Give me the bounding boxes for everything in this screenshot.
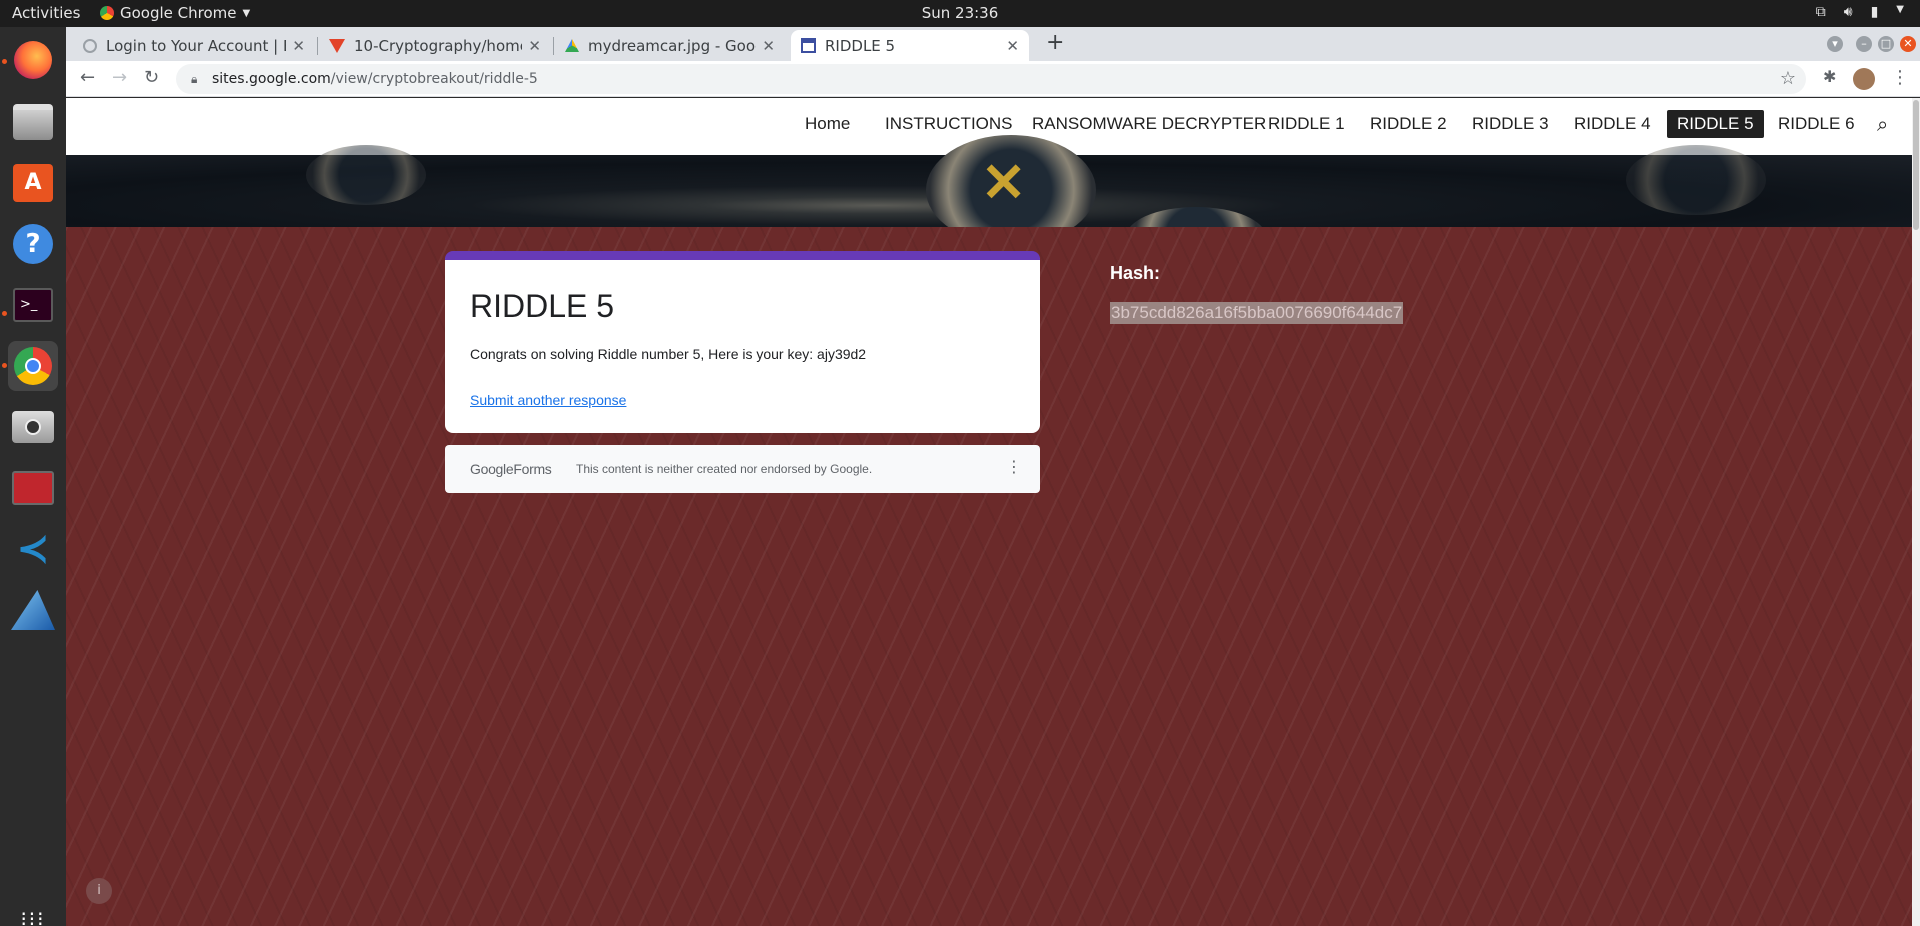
forward-arrow-icon[interactable]: → xyxy=(112,67,127,88)
close-icon[interactable]: ✕ xyxy=(292,37,305,55)
network-icon: ⧉ xyxy=(1815,4,1826,20)
remote-desktop-icon[interactable] xyxy=(8,463,58,513)
google-forms-logo[interactable]: GoogleForms xyxy=(470,461,552,477)
firefox-icon[interactable] xyxy=(8,35,58,85)
address-bar[interactable]: 🔒︎ sites.google.com/view/cryptobreakout/… xyxy=(176,64,1806,94)
close-icon[interactable]: ✕ xyxy=(1006,37,1019,55)
form-title: RIDDLE 5 xyxy=(470,288,615,324)
more-options-icon[interactable]: ⋮ xyxy=(1006,457,1022,476)
forms-disclaimer: This content is neither created nor endo… xyxy=(576,462,873,476)
nav-riddle-1[interactable]: RIDDLE 1 xyxy=(1268,114,1345,134)
tab-login[interactable]: Login to Your Account | B ✕ xyxy=(73,30,315,61)
search-icon[interactable]: ⌕ xyxy=(1877,112,1888,136)
wireshark-icon[interactable] xyxy=(8,585,58,635)
nav-riddle-3[interactable]: RIDDLE 3 xyxy=(1472,114,1549,134)
typewriter-key xyxy=(1626,145,1766,215)
battery-icon: ▮ xyxy=(1870,4,1879,20)
vscode-icon[interactable]: ≺ xyxy=(8,524,58,574)
nav-home[interactable]: Home xyxy=(805,114,850,134)
tab-title: 10-Cryptography/homewo xyxy=(354,36,522,55)
running-indicator xyxy=(2,363,7,368)
software-center-icon[interactable]: A xyxy=(8,158,58,208)
form-message: Congrats on solving Riddle number 5, Her… xyxy=(470,346,867,362)
google-forms-footer: GoogleForms This content is neither crea… xyxy=(445,445,1040,493)
tab-search-icon[interactable]: ▾ xyxy=(1827,36,1843,52)
tab-gitlab[interactable]: 10-Cryptography/homewo ✕ xyxy=(319,30,551,61)
globe-icon xyxy=(83,38,97,53)
tab-title: mydreamcar.jpg - Google xyxy=(588,36,756,55)
new-tab-button[interactable]: + xyxy=(1046,30,1064,55)
extensions-icon[interactable]: ✱ xyxy=(1823,67,1836,86)
chrome-small-icon xyxy=(100,6,114,20)
url-path: /view/cryptobreakout/riddle-5 xyxy=(330,71,538,87)
close-icon[interactable]: ✕ xyxy=(528,37,541,55)
close-icon[interactable]: ✕ xyxy=(762,37,775,55)
help-icon[interactable]: ? xyxy=(8,219,58,269)
running-indicator xyxy=(2,59,7,64)
tab-separator xyxy=(317,37,318,55)
files-icon[interactable] xyxy=(8,97,58,147)
hash-label: Hash: xyxy=(1110,263,1161,283)
nav-riddle-5[interactable]: RIDDLE 5 xyxy=(1667,110,1764,138)
nav-riddle-4[interactable]: RIDDLE 4 xyxy=(1574,114,1651,134)
clock[interactable]: Sun 23:36 xyxy=(922,4,999,22)
header-banner-image: ✕ xyxy=(66,135,1912,267)
nav-instructions[interactable]: INSTRUCTIONS xyxy=(885,114,1013,134)
system-top-bar: Activities Google Chrome ▼ Sun 23:36 ⧉ 🔊… xyxy=(0,0,1920,27)
nav-ransomware-decrypter[interactable]: RANSOMWARE DECRYPTER xyxy=(1032,114,1266,134)
google-sites-icon xyxy=(801,38,816,53)
more-menu-icon[interactable]: ⋮ xyxy=(1891,67,1909,88)
app-menu[interactable]: Google Chrome ▼ xyxy=(100,4,250,22)
typewriter-key xyxy=(306,145,426,205)
nav-riddle-6[interactable]: RIDDLE 6 xyxy=(1778,114,1855,134)
lock-icon: 🔒︎ xyxy=(191,72,198,86)
form-response-card: RIDDLE 5 Congrats on solving Riddle numb… xyxy=(445,251,1040,433)
chrome-icon[interactable] xyxy=(8,341,58,391)
screenshot-icon[interactable] xyxy=(8,402,58,452)
reload-icon[interactable]: ↻ xyxy=(144,67,159,88)
scrollbar-thumb[interactable] xyxy=(1913,100,1919,230)
gitlab-icon xyxy=(329,38,345,53)
running-indicator xyxy=(2,311,7,316)
volume-icon: 🔊︎ xyxy=(1843,4,1853,20)
tab-title: RIDDLE 5 xyxy=(825,36,896,55)
submit-another-response-link[interactable]: Submit another response xyxy=(470,392,626,408)
url-host: sites.google.com xyxy=(212,71,331,87)
tab-drive[interactable]: mydreamcar.jpg - Google ✕ xyxy=(555,30,785,61)
activities-button[interactable]: Activities xyxy=(12,4,80,22)
hash-value[interactable]: 3b75cdd826a16f5bba0076690f644dc7 xyxy=(1110,302,1404,324)
google-drive-icon xyxy=(565,39,579,52)
close-window-icon[interactable]: ✕ xyxy=(1900,36,1916,52)
tab-riddle-5[interactable]: RIDDLE 5 ✕ xyxy=(791,30,1029,61)
browser-toolbar: ← → ↻ 🔒︎ sites.google.com/view/cryptobre… xyxy=(66,61,1920,97)
profile-avatar[interactable] xyxy=(1853,68,1875,90)
system-tray[interactable]: ⧉ 🔊︎ ▮ ▼ xyxy=(1816,4,1904,20)
info-icon[interactable]: i xyxy=(86,878,112,904)
chevron-down-icon: ▼ xyxy=(1896,4,1904,15)
chevron-down-icon: ▼ xyxy=(242,7,251,19)
nav-riddle-2[interactable]: RIDDLE 2 xyxy=(1370,114,1447,134)
app-grid-icon[interactable]: ⁝⁝⁝ xyxy=(8,894,58,926)
tab-separator xyxy=(553,37,554,55)
page-scrollbar[interactable] xyxy=(1912,98,1920,926)
minimize-icon[interactable]: – xyxy=(1856,36,1872,52)
back-arrow-icon[interactable]: ← xyxy=(80,67,95,88)
dock: A ? >_ ≺ ⁝⁝⁝ xyxy=(0,27,66,926)
app-menu-label: Google Chrome xyxy=(120,4,237,22)
terminal-icon[interactable]: >_ xyxy=(8,280,58,330)
key-glyph: ✕ xyxy=(981,153,1027,213)
tab-title: Login to Your Account | B xyxy=(106,36,287,55)
site-page: Home INSTRUCTIONS RANSOMWARE DECRYPTER R… xyxy=(66,98,1912,926)
bookmark-star-icon[interactable]: ☆ xyxy=(1780,64,1796,94)
maximize-icon[interactable]: □ xyxy=(1878,36,1894,52)
tab-strip: Login to Your Account | B ✕ 10-Cryptogra… xyxy=(66,27,1920,61)
